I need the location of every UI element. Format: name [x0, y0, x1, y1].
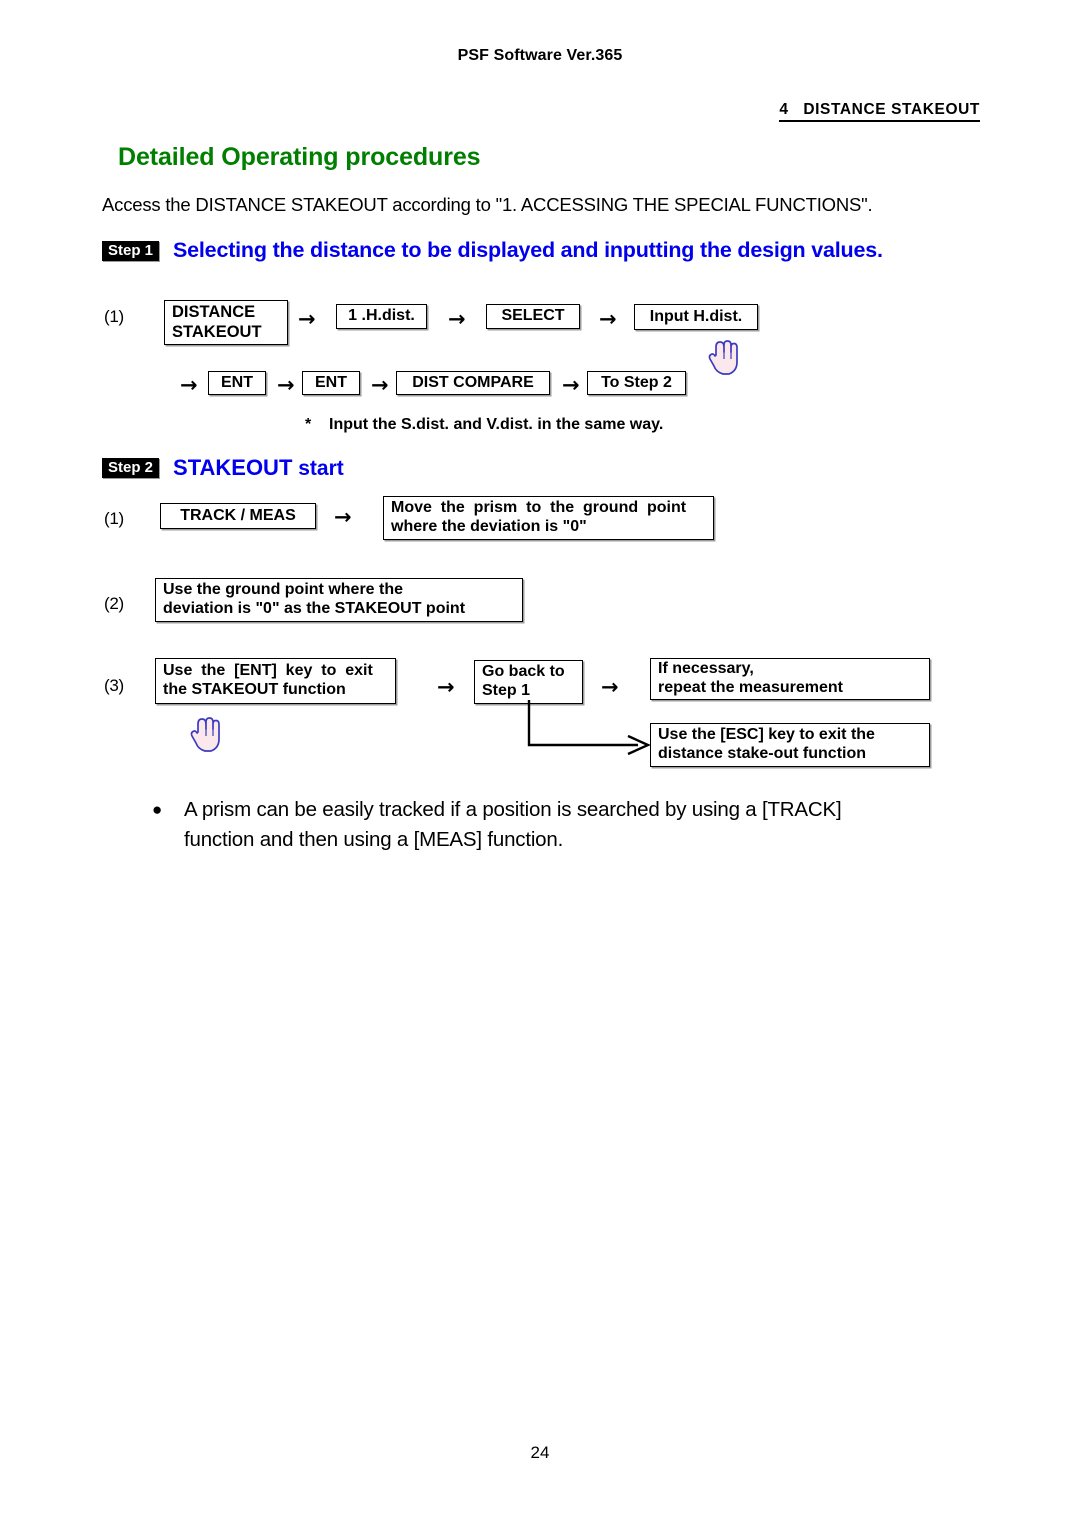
- step-1-item-index: (1): [104, 307, 124, 326]
- arrow-right-icon: →: [371, 373, 389, 397]
- step-1-title: Selecting the distance to be displayed a…: [173, 238, 883, 262]
- flow-box-use-esc-key[interactable]: Use the [ESC] key to exit the distance s…: [650, 723, 930, 767]
- flow-box-ent-first[interactable]: ENT: [208, 371, 266, 395]
- bullet-dot-icon: ●: [152, 800, 163, 819]
- flow-box-dist-compare[interactable]: DIST COMPARE: [396, 371, 550, 395]
- step-2-title-main: STAKEOUT: [173, 455, 293, 480]
- step-2-item-2-index: (2): [104, 594, 124, 613]
- arrow-right-icon: →: [277, 373, 295, 397]
- step-1-heading: Step 1 Selecting the distance to be disp…: [102, 238, 883, 263]
- branch-connector-arrow: [527, 700, 651, 756]
- flow-box-to-step-2[interactable]: To Step 2: [587, 371, 686, 395]
- step-2-item-3-index: (3): [104, 676, 124, 695]
- hand-pointer-icon: [706, 335, 742, 384]
- section-title-header: 4 DISTANCE STAKEOUT: [779, 101, 980, 122]
- flow-box-move-prism: Move the prism to the ground point where…: [383, 496, 714, 540]
- step-2-title: STAKEOUT start: [173, 455, 344, 481]
- arrow-right-icon: →: [298, 307, 316, 331]
- arrow-right-icon: →: [562, 373, 580, 397]
- step-1-footnote: * Input the S.dist. and V.dist. in the s…: [305, 416, 664, 433]
- flow-box-ent-second[interactable]: ENT: [302, 371, 360, 395]
- flow-box-go-back-to-step-1[interactable]: Go back to Step 1: [474, 660, 583, 704]
- arrow-right-icon: →: [448, 307, 466, 331]
- arrow-right-icon: →: [334, 505, 352, 529]
- document-page: PSF Software Ver.365 4 DISTANCE STAKEOUT…: [0, 0, 1080, 1528]
- step-1-badge: Step 1: [102, 240, 160, 261]
- step-2-title-sub: start: [292, 457, 344, 480]
- hand-pointer-icon: [188, 712, 224, 761]
- software-version-header: PSF Software Ver.365: [457, 47, 623, 64]
- arrow-right-icon: →: [437, 675, 455, 699]
- flow-box-select[interactable]: SELECT: [486, 304, 580, 329]
- step-2-badge: Step 2: [102, 458, 160, 478]
- flow-box-track-meas[interactable]: TRACK / MEAS: [160, 503, 316, 529]
- arrow-right-icon: →: [601, 675, 619, 699]
- arrow-right-icon: →: [599, 307, 617, 331]
- flow-box-h-dist[interactable]: 1 .H.dist.: [336, 304, 427, 329]
- flow-box-use-ground-point: Use the ground point where the deviation…: [155, 578, 523, 622]
- step-2-heading: Step 2 STAKEOUT start: [102, 455, 344, 481]
- flow-box-input-h-dist[interactable]: Input H.dist.: [634, 304, 758, 330]
- arrow-right-icon: →: [180, 373, 198, 397]
- step-2-item-1-index: (1): [104, 509, 124, 528]
- bullet-note-text: A prism can be easily tracked if a posit…: [184, 798, 842, 851]
- page-title: Detailed Operating procedures: [118, 143, 481, 171]
- intro-paragraph: Access the DISTANCE STAKEOUT according t…: [102, 194, 873, 215]
- flow-box-use-ent-key[interactable]: Use the [ENT] key to exit the STAKEOUT f…: [155, 658, 396, 704]
- flow-box-if-necessary-repeat: If necessary, repeat the measurement: [650, 658, 930, 700]
- flow-box-distance-stakeout[interactable]: DISTANCE STAKEOUT: [164, 300, 288, 345]
- page-number: 24: [530, 1443, 550, 1462]
- bullet-note: ● A prism can be easily tracked if a pos…: [152, 795, 952, 854]
